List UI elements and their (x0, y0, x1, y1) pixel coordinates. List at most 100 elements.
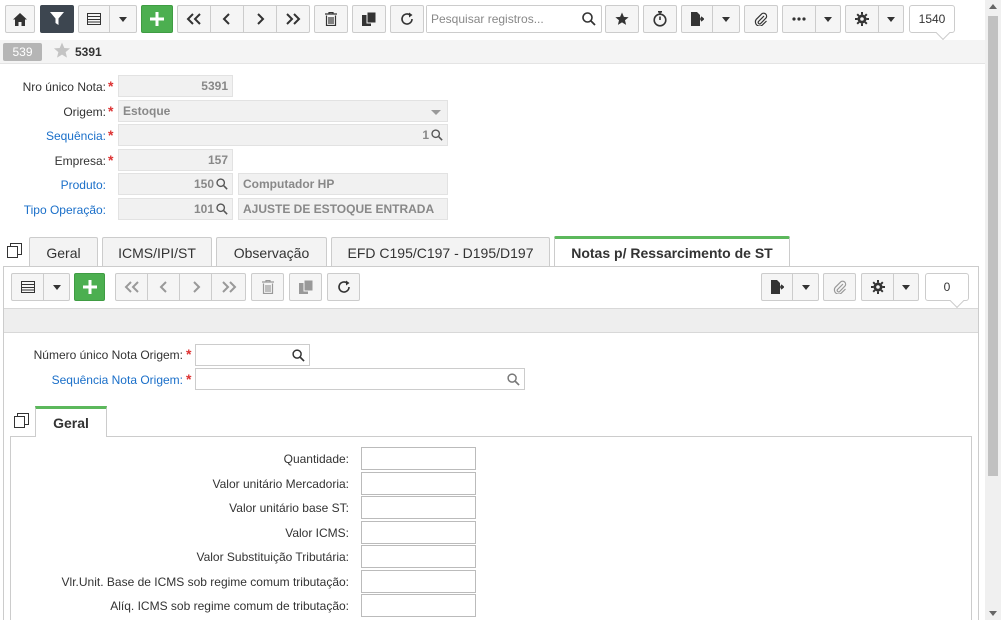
detail-export-dropdown[interactable] (792, 273, 819, 301)
aliq-icms-input[interactable] (361, 594, 476, 617)
valor-unitario-base-st-input[interactable] (361, 496, 476, 519)
sequencia-label[interactable]: Sequência: (0, 129, 106, 143)
vlr-unit-base-icms-input[interactable] (361, 570, 476, 593)
search-icon[interactable] (431, 129, 443, 141)
refresh-icon (337, 280, 350, 293)
scroll-thumb[interactable] (988, 16, 998, 476)
chevron-left-icon (222, 13, 230, 25)
valor-unitario-mercadoria-input[interactable] (361, 472, 476, 495)
detail-next-button[interactable] (179, 273, 212, 301)
sequencia-origem-label[interactable]: Sequência Nota Origem: (0, 373, 183, 387)
tab-efd[interactable]: EFD C195/C197 - D195/D197 (331, 237, 550, 267)
origem-value: Estoque (123, 104, 171, 118)
valor-substituicao-tributaria-input[interactable] (361, 545, 476, 568)
produto-label[interactable]: Produto: (0, 178, 106, 192)
settings-button[interactable] (845, 5, 879, 33)
export-dropdown[interactable] (712, 5, 740, 33)
detail-first-button[interactable] (115, 273, 148, 301)
scroll-up-arrow[interactable] (989, 4, 997, 9)
chevron-down-icon (431, 110, 441, 115)
favorite-button[interactable] (605, 5, 639, 33)
chevron-right-icon (192, 281, 200, 293)
trash-icon (325, 12, 337, 26)
export-button[interactable] (681, 5, 713, 33)
refresh-icon (401, 12, 413, 25)
more-actions-button[interactable] (782, 5, 816, 33)
filter-button[interactable] (40, 5, 74, 33)
tipo-operacao-label[interactable]: Tipo Operação: (0, 203, 106, 217)
produto-description-field: Computador HP (238, 173, 448, 195)
origem-label: Origem: (63, 105, 106, 119)
tab-geral[interactable]: Geral (29, 237, 98, 267)
last-record-button[interactable] (276, 5, 310, 33)
add-record-button[interactable] (141, 5, 173, 33)
search-input[interactable] (427, 6, 577, 32)
previous-record-button[interactable] (210, 5, 244, 33)
empresa-value: 157 (207, 153, 228, 167)
numero-unico-origem-input[interactable] (195, 344, 310, 366)
detail-grid-view-dropdown[interactable] (43, 273, 70, 301)
timer-button[interactable] (643, 5, 677, 33)
nro-unico-field[interactable]: 5391 (118, 75, 233, 97)
main-toolbar: 1540 (0, 0, 985, 41)
detail-duplicate-button[interactable] (289, 273, 322, 301)
chevron-down-icon (52, 284, 61, 290)
detail-refresh-button[interactable] (327, 273, 360, 301)
copy-icon[interactable] (14, 413, 29, 428)
tab-icms-ipi-st[interactable]: ICMS/IPI/ST (102, 237, 212, 267)
search-icon[interactable] (216, 203, 228, 215)
search-icon[interactable] (292, 349, 305, 362)
paperclip-icon (754, 12, 768, 26)
chevron-down-icon (887, 16, 895, 22)
duplicate-button[interactable] (352, 5, 386, 33)
tab-observacao[interactable]: Observação (216, 237, 327, 267)
empresa-label: Empresa: (54, 154, 106, 168)
detail-settings-button[interactable] (861, 273, 894, 301)
subtab-geral[interactable]: Geral (35, 406, 107, 437)
settings-dropdown[interactable] (878, 5, 904, 33)
required-marker: * (186, 371, 192, 387)
sequencia-origem-input[interactable] (195, 368, 525, 390)
first-record-button[interactable] (177, 5, 211, 33)
required-marker: * (108, 103, 114, 119)
ellipsis-icon (792, 17, 806, 21)
detail-last-button[interactable] (211, 273, 246, 301)
search-icon[interactable] (582, 12, 596, 26)
search-icon[interactable] (507, 373, 520, 386)
tipo-operacao-code-field[interactable]: 101 (118, 198, 233, 220)
grid-view-dropdown[interactable] (109, 5, 137, 33)
valor-unitario-base-st-label: Valor unitário base ST: (229, 501, 349, 515)
sequencia-field[interactable]: 1 (118, 124, 448, 146)
detail-settings-dropdown[interactable] (893, 273, 919, 301)
detail-attachment-button[interactable] (823, 273, 856, 301)
detail-add-button[interactable] (74, 273, 105, 301)
next-record-button[interactable] (243, 5, 277, 33)
chevron-down-icon (722, 16, 730, 22)
grid-view-button[interactable] (78, 5, 110, 33)
search-icon[interactable] (216, 178, 228, 190)
nro-unico-value: 5391 (201, 79, 228, 93)
delete-button[interactable] (314, 5, 348, 33)
detail-record-count: 0 (925, 273, 969, 309)
valor-icms-input[interactable] (361, 521, 476, 544)
double-chevron-right-icon (286, 13, 301, 25)
empresa-field[interactable]: 157 (118, 149, 233, 171)
detail-previous-button[interactable] (147, 273, 180, 301)
scroll-down-arrow[interactable] (989, 611, 997, 616)
origem-select[interactable]: Estoque (118, 100, 448, 122)
detail-delete-button[interactable] (251, 273, 284, 301)
detail-export-button[interactable] (761, 273, 793, 301)
tab-notas-ressarcimento[interactable]: Notas p/ Ressarcimento de ST (554, 236, 790, 267)
valor-icms-label: Valor ICMS: (285, 526, 349, 540)
page-scrollbar[interactable] (985, 0, 1001, 620)
copy-icon[interactable] (7, 243, 22, 258)
quantidade-input[interactable] (361, 447, 476, 470)
star-icon[interactable] (53, 42, 71, 59)
refresh-button[interactable] (390, 5, 424, 33)
home-button[interactable] (5, 5, 35, 33)
produto-code-field[interactable]: 150 (118, 173, 233, 195)
chevron-down-icon (801, 284, 810, 290)
more-actions-dropdown[interactable] (815, 5, 841, 33)
attachment-button[interactable] (744, 5, 778, 33)
detail-grid-view-button[interactable] (11, 273, 44, 301)
